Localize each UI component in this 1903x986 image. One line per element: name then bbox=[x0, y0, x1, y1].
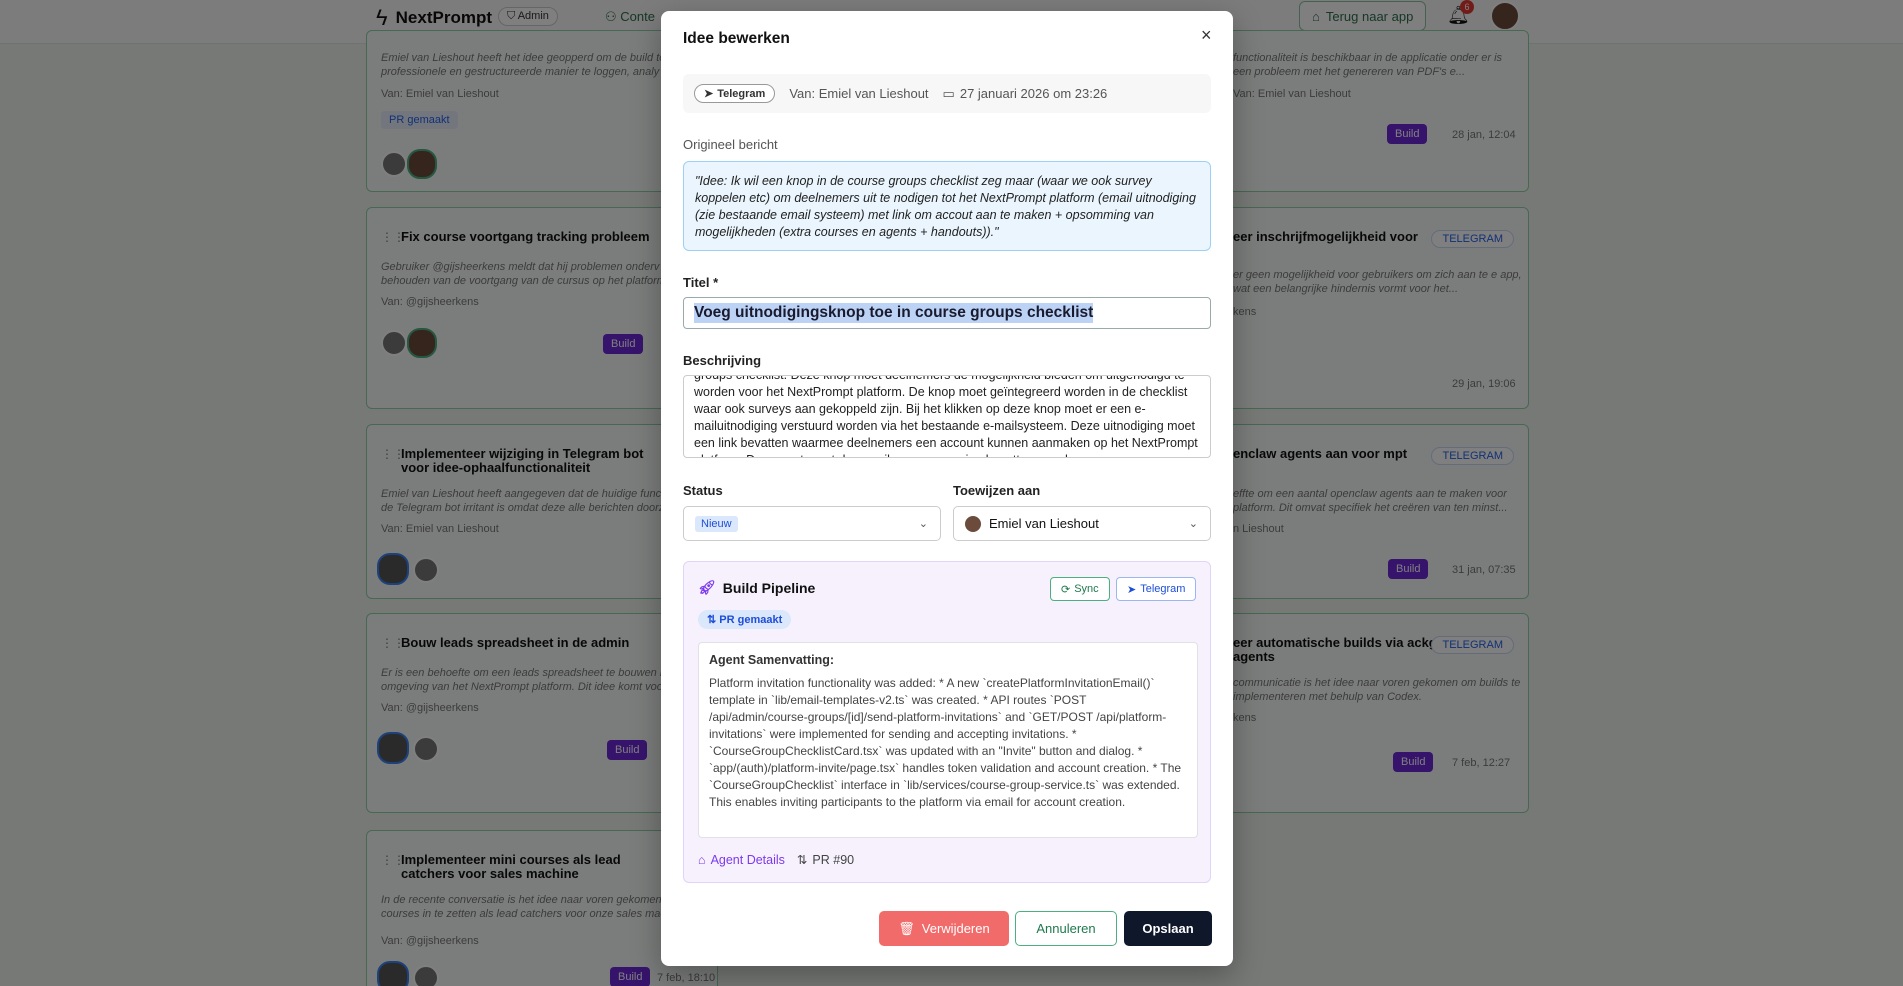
rocket-icon: 🚀︎ bbox=[698, 579, 716, 595]
status-label: Status bbox=[683, 483, 723, 498]
agent-details-label: Agent Details bbox=[710, 852, 785, 867]
idea-date: ▭ 27 januari 2026 om 23:26 bbox=[943, 86, 1108, 102]
title-input-value: Voeg uitnodigingsknop toe in course grou… bbox=[694, 303, 1094, 323]
dialog-title: Idee bewerken bbox=[683, 30, 790, 47]
original-message-label: Origineel bericht bbox=[683, 137, 778, 152]
delete-button[interactable]: 🗑︎ Verwijderen bbox=[879, 911, 1009, 946]
status-select[interactable]: Nieuw ⌄ bbox=[683, 506, 941, 541]
pr-link-label: PR #90 bbox=[812, 852, 855, 867]
save-button[interactable]: Opslaan bbox=[1124, 911, 1212, 946]
send-icon: ➤ bbox=[704, 88, 714, 100]
title-input[interactable]: Voeg uitnodigingsknop toe in course grou… bbox=[683, 297, 1211, 329]
idea-from: Van: Emiel van Lieshout bbox=[789, 86, 929, 101]
cancel-button[interactable]: Annuleren bbox=[1015, 911, 1117, 946]
pr-status-badge: ⇅ PR gemaakt bbox=[698, 610, 792, 629]
pr-link[interactable]: ⇅ PR #90 bbox=[796, 852, 855, 868]
sync-button[interactable]: ⟳ Sync bbox=[1050, 577, 1110, 601]
chevron-down-icon: ⌄ bbox=[918, 518, 928, 530]
agent-summary: Agent Samenvatting: Platform invitation … bbox=[698, 642, 1198, 838]
agent-summary-body: Platform invitation functionality was ad… bbox=[709, 676, 1182, 809]
pipeline-footer: ⌂ Agent Details ⇅ PR #90 bbox=[698, 852, 855, 868]
description-text: groups checklist. Deze knop moet deelnem… bbox=[694, 375, 1198, 457]
trash-icon: 🗑︎ bbox=[898, 920, 915, 936]
assignee-select[interactable]: Emiel van Lieshout ⌄ bbox=[953, 506, 1211, 541]
status-badge: Nieuw bbox=[695, 515, 738, 532]
description-textarea[interactable]: groups checklist. Deze knop moet deelnem… bbox=[683, 375, 1211, 458]
title-label: Titel * bbox=[683, 275, 719, 290]
delete-button-label: Verwijderen bbox=[921, 921, 990, 936]
assignee-value: Emiel van Lieshout bbox=[989, 516, 1099, 531]
source-badge-label: Telegram bbox=[717, 87, 766, 100]
pipeline-title: 🚀︎ Build Pipeline bbox=[698, 579, 815, 596]
idea-date-label: 27 januari 2026 om 23:26 bbox=[959, 86, 1108, 101]
assign-label: Toewijzen aan bbox=[953, 483, 1041, 498]
edit-idea-dialog: Idee bewerken × ➤ Telegram Van: Emiel va… bbox=[661, 11, 1233, 966]
source-badge: ➤ Telegram bbox=[694, 84, 776, 103]
agent-details-link[interactable]: ⌂ Agent Details bbox=[698, 853, 785, 867]
telegram-button-label: Telegram bbox=[1140, 583, 1186, 595]
close-icon[interactable]: × bbox=[1201, 25, 1212, 46]
description-label: Beschrijving bbox=[683, 353, 762, 368]
calendar-icon: ▭ bbox=[942, 85, 955, 101]
chevron-down-icon: ⌄ bbox=[1188, 518, 1198, 530]
bot-icon: ⌂ bbox=[698, 852, 706, 867]
send-icon: ➤ bbox=[1127, 583, 1137, 596]
pipeline-title-label: Build Pipeline bbox=[722, 579, 816, 596]
refresh-icon: ⟳ bbox=[1061, 583, 1071, 596]
pr-status-label: PR gemaakt bbox=[719, 614, 783, 626]
original-message: "Idee: Ik wil een knop in de course grou… bbox=[683, 161, 1211, 251]
idea-meta-bar: ➤ Telegram Van: Emiel van Lieshout ▭ 27 … bbox=[683, 74, 1211, 113]
telegram-button[interactable]: ➤ Telegram bbox=[1116, 577, 1197, 601]
build-pipeline-panel: 🚀︎ Build Pipeline ⟳ Sync ➤ Telegram ⇅ PR… bbox=[683, 561, 1211, 883]
git-pull-request-icon: ⇅ bbox=[796, 853, 808, 867]
agent-summary-heading: Agent Samenvatting: bbox=[709, 653, 835, 667]
avatar bbox=[965, 515, 981, 532]
sync-button-label: Sync bbox=[1074, 583, 1099, 595]
